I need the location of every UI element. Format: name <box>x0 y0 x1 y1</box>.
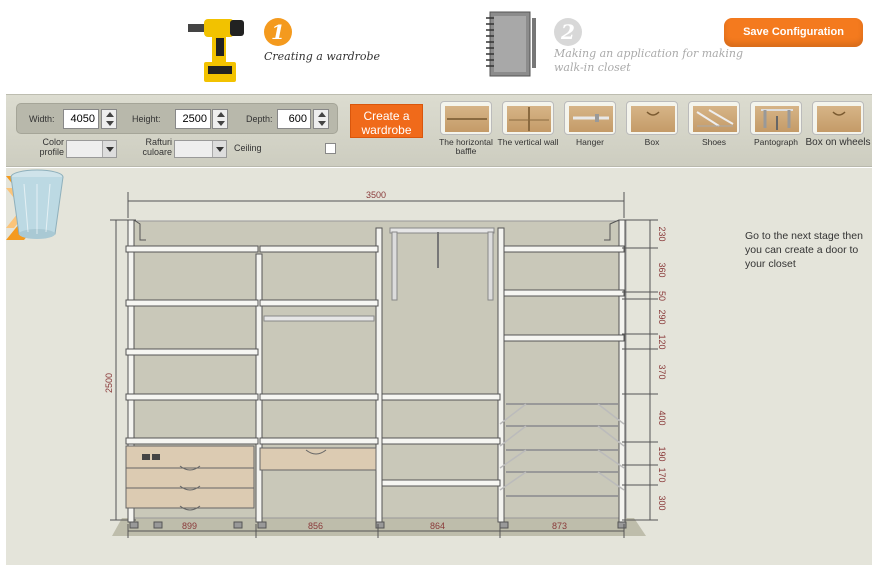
create-wardrobe-button[interactable]: Create a wardrobe <box>350 104 423 138</box>
column-width-4: 873 <box>552 521 567 531</box>
width-input[interactable]: 4050 <box>63 109 99 129</box>
ceiling-label: Ceiling <box>234 143 262 153</box>
pantograph-icon <box>750 101 802 135</box>
tool-label: The vertical wall <box>497 137 559 147</box>
right-dim-5: 120 <box>657 334 667 349</box>
width-stepper[interactable] <box>101 109 117 129</box>
trash-icon[interactable] <box>6 168 68 242</box>
tool-box[interactable]: Box <box>624 101 680 161</box>
step-1[interactable]: 1 Creating a wardrobe <box>182 4 442 94</box>
tool-box-on-wheels[interactable]: Box on wheels <box>805 101 871 161</box>
tool-label: Pantograph <box>754 137 798 147</box>
hanger-icon <box>564 101 616 135</box>
rafturi-culoare-label: Rafturi culoare <box>142 137 172 157</box>
step-2[interactable]: 2 Making an application for making walk-… <box>484 4 743 94</box>
notebook-icon <box>486 11 536 77</box>
right-dim-3: 50 <box>657 291 667 301</box>
tool-vertical-wall[interactable]: The vertical wall <box>498 101 558 161</box>
right-dim-10: 300 <box>657 495 667 510</box>
tool-label: Shoes <box>701 137 727 147</box>
right-dim-2: 360 <box>657 262 667 277</box>
steps-header: 1 Creating a wardrobe 2 Making an applic… <box>6 4 872 94</box>
depth-label: Depth: <box>246 114 273 124</box>
box-icon <box>626 101 678 135</box>
color-profile-label: Color profile <box>39 137 64 157</box>
box-on-wheels-icon <box>812 101 864 135</box>
tool-shoes[interactable]: Shoes <box>686 101 742 161</box>
tool-label: Box <box>644 137 660 147</box>
total-height-dimension: 2500 <box>104 373 114 393</box>
right-dim-8: 190 <box>657 446 667 461</box>
tool-pantograph[interactable]: Pantograph <box>748 101 804 161</box>
column-width-3: 864 <box>430 521 445 531</box>
vertical-wall-icon <box>502 101 554 135</box>
tool-label: Box on wheels <box>805 137 871 148</box>
wardrobe-configurator: 1 Creating a wardrobe 2 Making an applic… <box>0 0 879 569</box>
tool-horizontal-baffle[interactable]: The horizontal baffle <box>438 101 494 161</box>
step-1-number: 1 <box>264 18 292 46</box>
step-1-label: Creating a wardrobe <box>264 50 381 63</box>
right-dim-1: 230 <box>657 226 667 241</box>
color-profile-select[interactable] <box>66 140 117 158</box>
horizontal-baffle-icon <box>440 101 492 135</box>
component-tools: The horizontal baffle The vertical wall … <box>438 101 871 161</box>
save-configuration-button[interactable]: Save Configuration <box>724 18 863 47</box>
column-width-2: 856 <box>308 521 323 531</box>
tool-label: The horizontal baffle <box>439 137 493 156</box>
height-stepper[interactable] <box>212 109 228 129</box>
right-dim-6: 370 <box>657 364 667 379</box>
chevron-down-icon <box>212 141 226 157</box>
step-2-number: 2 <box>554 18 582 46</box>
toolbar: Width: 4050 Height: 2500 Depth: 600 Colo… <box>6 94 872 167</box>
shoes-icon <box>688 101 740 135</box>
total-width-dimension: 3500 <box>366 190 386 200</box>
step-2-label: Making an application for making walk-in… <box>554 47 744 74</box>
right-dim-4: 290 <box>657 309 667 324</box>
tool-label: Hanger <box>576 137 604 147</box>
design-canvas[interactable]: 3500 2500 899 856 864 873 230 360 50 290… <box>6 168 872 565</box>
right-dim-7: 400 <box>657 410 667 425</box>
rafturi-culoare-select[interactable] <box>174 140 227 158</box>
dimensions-panel: Width: 4050 Height: 2500 Depth: 600 <box>16 103 338 134</box>
right-dim-9: 170 <box>657 467 667 482</box>
drill-icon <box>188 19 244 82</box>
wardrobe-drawing[interactable]: 3500 2500 899 856 864 873 230 360 50 290… <box>6 168 872 565</box>
depth-input[interactable]: 600 <box>277 109 311 129</box>
next-stage-hint: Go to the next stage then you can create… <box>745 230 863 270</box>
width-label: Width: <box>29 114 55 124</box>
column-width-1: 899 <box>182 521 197 531</box>
height-input[interactable]: 2500 <box>175 109 211 129</box>
height-label: Height: <box>132 114 161 124</box>
depth-stepper[interactable] <box>313 109 329 129</box>
tool-hanger[interactable]: Hanger <box>562 101 618 161</box>
chevron-down-icon <box>102 141 116 157</box>
ceiling-checkbox[interactable] <box>325 143 336 154</box>
